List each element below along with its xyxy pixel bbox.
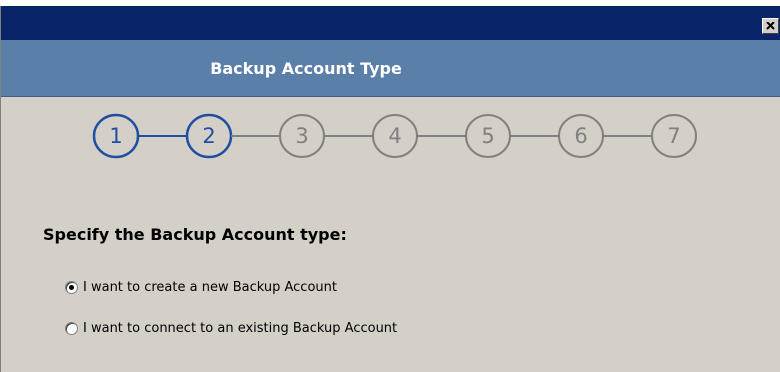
step-number-1: 1	[109, 124, 122, 148]
title-bar	[1, 6, 780, 40]
close-button[interactable]	[762, 18, 779, 34]
step-number-3: 3	[295, 124, 308, 148]
option-new-account-label: I want to create a new Backup Account	[83, 280, 337, 295]
section-heading: Specify the Backup Account type:	[43, 225, 347, 244]
step-indicator: 1 2 3 4 5 6 7	[1, 97, 780, 183]
step-number-5: 5	[481, 124, 494, 148]
step-number-6: 6	[574, 124, 587, 148]
step-number-7: 7	[667, 124, 680, 148]
close-icon	[766, 22, 775, 30]
radio-new-account[interactable]	[65, 281, 78, 294]
wizard-window: Backup Account Type 1 2 3 4 5 6 7 Specify the …	[0, 6, 780, 372]
option-existing-account[interactable]: I want to connect to an existing Backup …	[65, 321, 397, 336]
radio-existing-account[interactable]	[65, 322, 78, 335]
step-number-2: 2	[202, 124, 215, 148]
header-band: Backup Account Type	[1, 40, 780, 97]
page-title: Backup Account Type	[210, 59, 402, 78]
option-existing-account-label: I want to connect to an existing Backup …	[83, 321, 398, 336]
option-new-account[interactable]: I want to create a new Backup Account	[65, 280, 337, 295]
step-indicator-graphic: 1 2 3 4 5 6 7	[92, 113, 697, 159]
step-number-4: 4	[388, 124, 401, 148]
